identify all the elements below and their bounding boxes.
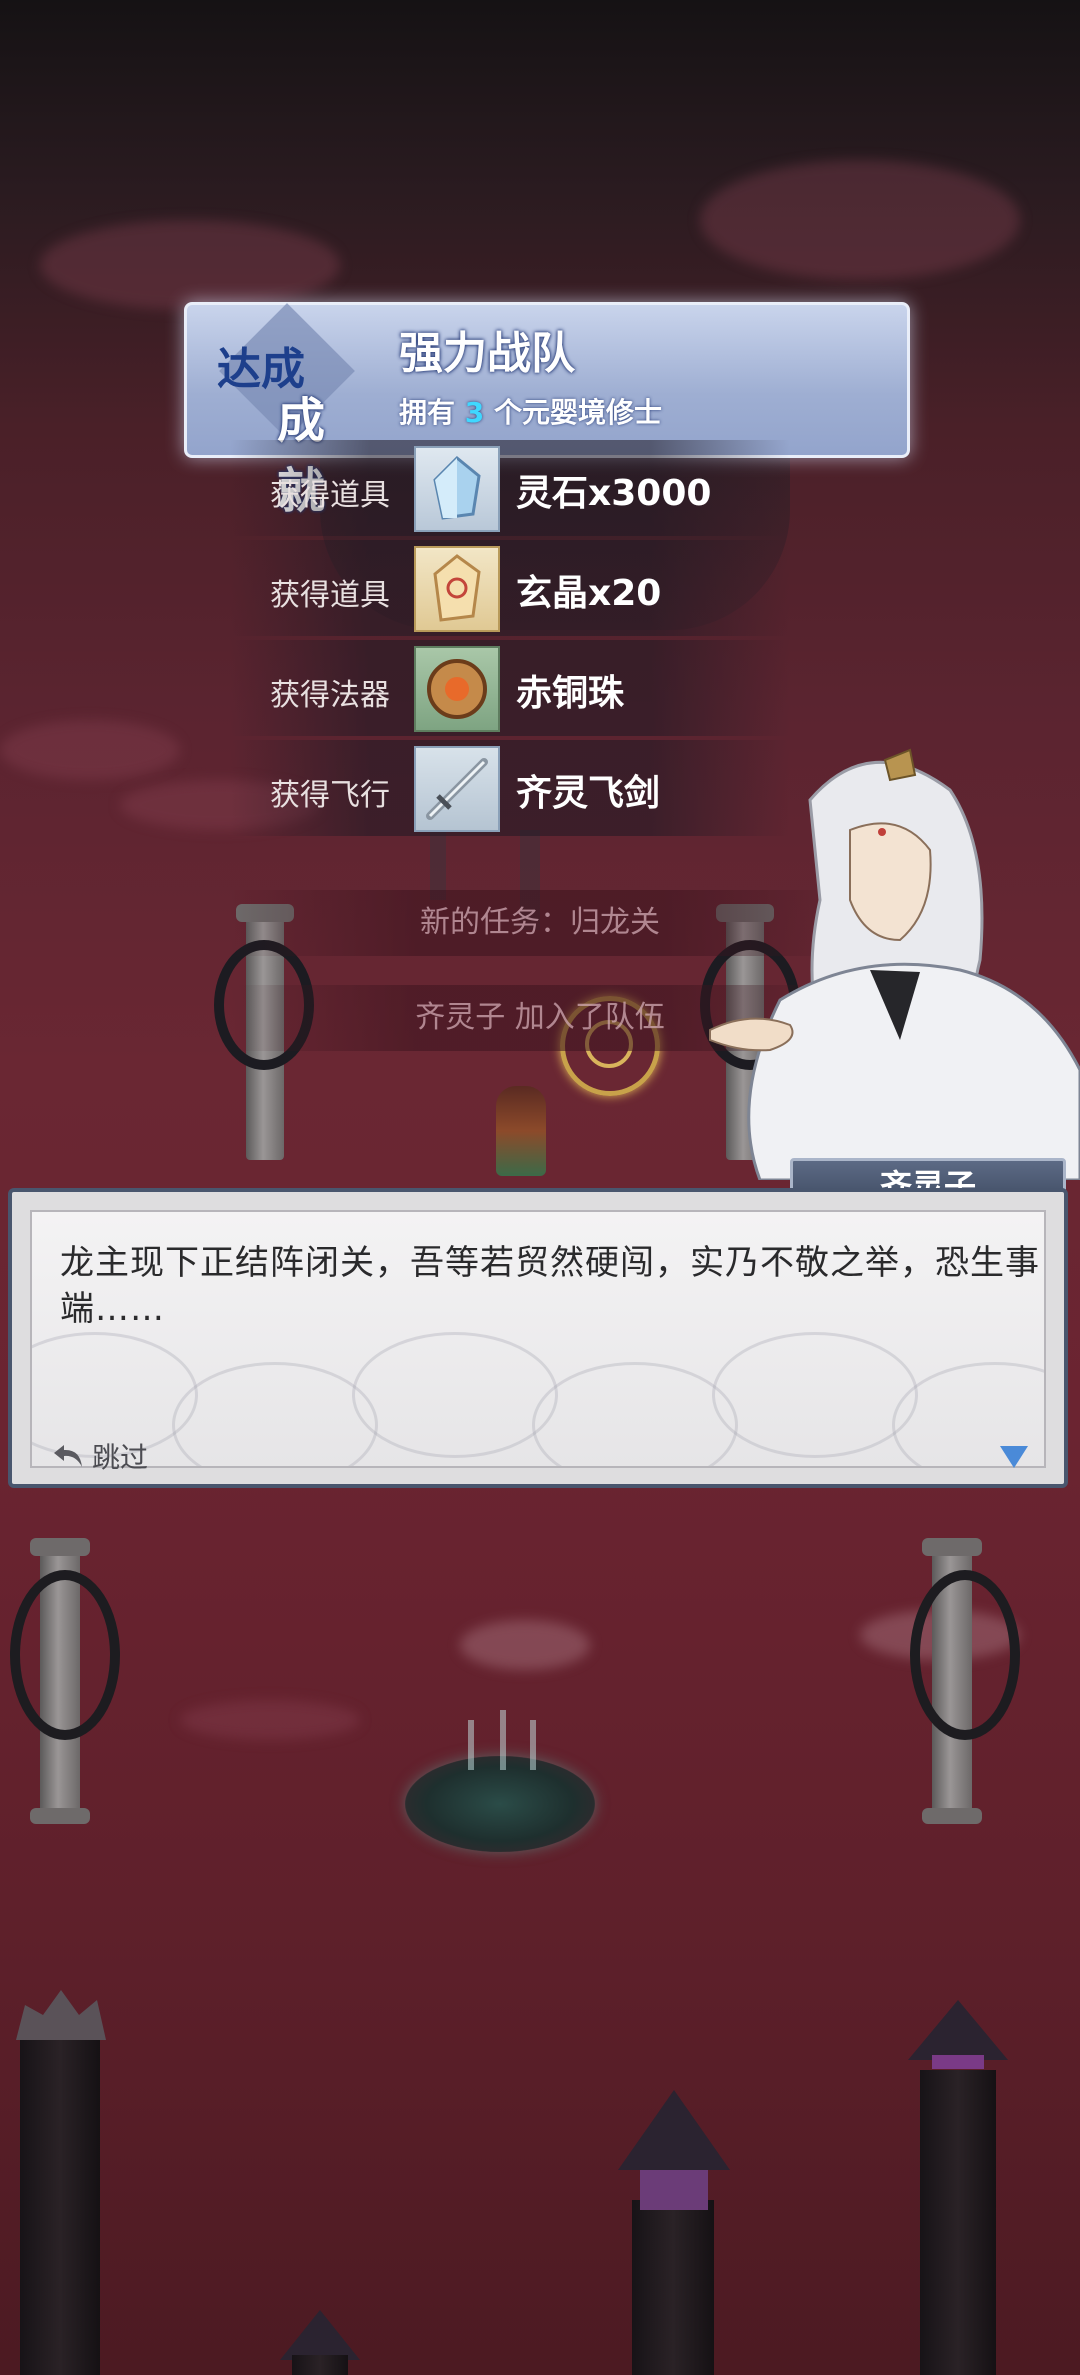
reward-name: 齐灵飞剑 — [516, 773, 661, 814]
dark-tower — [20, 2030, 100, 2375]
player-sprite[interactable] — [496, 1086, 546, 1176]
reward-row: 获得法器 赤铜珠 — [230, 640, 790, 736]
dialog-text: 龙主现下正结阵闭关，吾等若贸然硬闯，实乃不敬之举，恐生事端…… — [60, 1243, 1040, 1329]
dark-tower — [920, 2070, 996, 2375]
undo-arrow-icon — [54, 1445, 82, 1467]
reward-row: 获得道具 玄晶x20 — [230, 540, 790, 636]
teleport-circle[interactable] — [405, 1756, 595, 1852]
reward-label: 获得道具 — [270, 578, 390, 613]
next-arrow-icon[interactable] — [1000, 1446, 1028, 1468]
dialog-box[interactable]: 龙主现下正结阵闭关，吾等若贸然硬闯，实乃不敬之举，恐生事端…… 跳过 — [8, 1188, 1068, 1488]
reward-name: 玄晶x20 — [516, 573, 662, 614]
dark-tower — [632, 2200, 714, 2375]
spirit-stone-icon[interactable] — [414, 446, 500, 532]
character-portrait — [709, 748, 1080, 1180]
reward-label: 获得法器 — [270, 678, 390, 713]
achievement-count: 3 — [464, 396, 485, 429]
red-copper-bead-icon[interactable] — [414, 646, 500, 732]
achievement-desc: 拥有 3 个元婴境修士 — [399, 396, 663, 429]
skip-label: 跳过 — [92, 1441, 149, 1474]
mystic-crystal-icon[interactable] — [414, 546, 500, 632]
reward-label: 获得道具 — [270, 478, 390, 513]
achievement-banner: 达成 成就 强力战队 拥有 3 个元婴境修士 — [184, 302, 910, 519]
flying-sword-icon[interactable] — [414, 746, 500, 832]
achievement-badge: 达成 成就 — [207, 303, 355, 519]
achievement-title: 强力战队 — [399, 328, 575, 379]
skip-button[interactable]: 跳过 — [52, 1436, 148, 1476]
reward-label: 获得飞行 — [270, 778, 390, 813]
reward-row: 获得道具 灵石x3000 — [230, 440, 790, 536]
reward-name: 灵石x3000 — [516, 473, 712, 514]
reward-name: 赤铜珠 — [516, 673, 625, 714]
